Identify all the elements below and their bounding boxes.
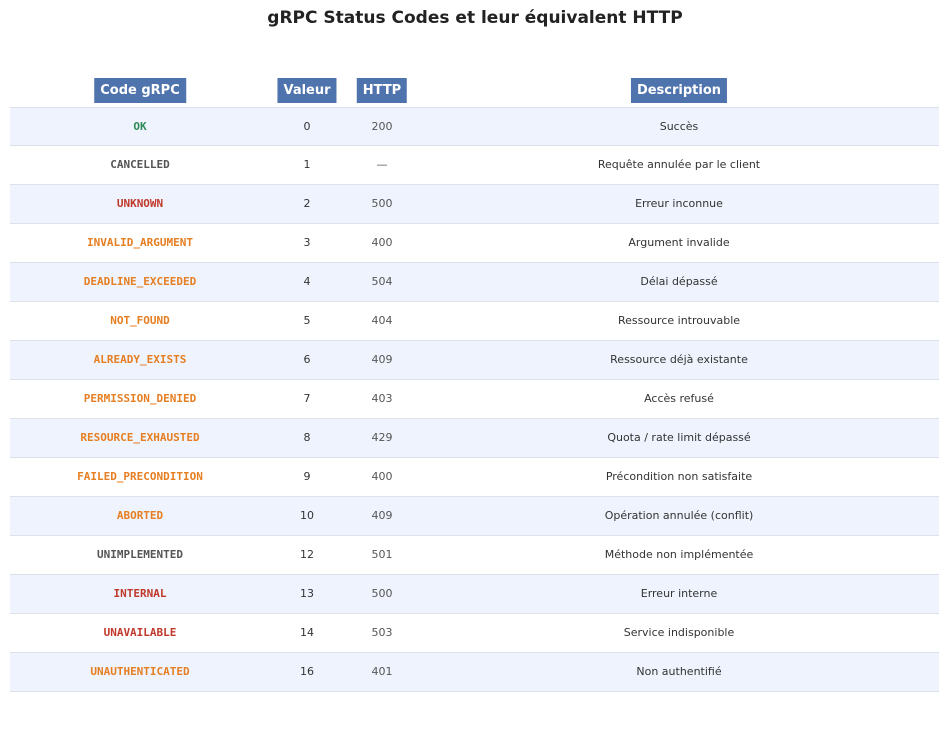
cell-description: Délai dépassé (640, 275, 718, 288)
cell-http: 200 (371, 120, 393, 133)
header-description: Description (630, 78, 728, 103)
cell-grpc-code: UNAVAILABLE (103, 626, 177, 639)
cell-value: 4 (303, 275, 311, 288)
cell-description: Requête annulée par le client (597, 158, 761, 171)
cell-value: 6 (303, 353, 311, 366)
cell-http: 401 (371, 665, 393, 678)
cell-grpc-code: ABORTED (116, 509, 164, 522)
cell-value: 1 (303, 158, 311, 171)
cell-grpc-code: UNAUTHENTICATED (90, 665, 190, 678)
cell-grpc-code: DEADLINE_EXCEEDED (83, 275, 197, 288)
cell-value: 2 (303, 197, 311, 210)
cell-http: 403 (371, 392, 393, 405)
cell-grpc-code: OK (133, 120, 147, 133)
table-row: ALREADY_EXISTS 6 409 Ressource déjà existan… (10, 341, 939, 380)
cell-grpc-code: UNIMPLEMENTED (96, 548, 184, 561)
cell-http: 400 (371, 236, 393, 249)
cell-grpc-code: INVALID_ARGUMENT (87, 236, 193, 249)
cell-value: 14 (300, 626, 314, 639)
cell-http: 500 (371, 197, 393, 210)
table-row: UNAVAILABLE 14 503 Service indisponible (10, 614, 939, 653)
table-row: UNIMPLEMENTED 12 501 Méthode non implémenté… (10, 536, 939, 575)
table-row: INTERNAL 13 500 Erreur interne (10, 575, 939, 614)
cell-value: 5 (303, 314, 311, 327)
cell-description: Service indisponible (623, 626, 735, 639)
cell-description: Précondition non satisfaite (605, 470, 753, 483)
cell-grpc-code: FAILED_PRECONDITION (77, 470, 203, 483)
cell-grpc-code: RESOURCE_EXHAUSTED (80, 431, 200, 444)
cell-value: 10 (300, 509, 314, 522)
cell-http: 404 (371, 314, 393, 327)
cell-description: Non authentifié (636, 665, 722, 678)
cell-value: 12 (300, 548, 314, 561)
cell-value: 7 (303, 392, 311, 405)
cell-http: 501 (371, 548, 393, 561)
cell-description: Opération annulée (conflit) (604, 509, 754, 522)
cell-http: 504 (371, 275, 393, 288)
cell-value: 16 (300, 665, 314, 678)
table-row: INVALID_ARGUMENT 3 400 Argument invalide (10, 224, 939, 263)
cell-grpc-code: UNKNOWN (116, 197, 164, 210)
cell-grpc-code: INTERNAL (113, 587, 167, 600)
cell-description: Quota / rate limit dépassé (607, 431, 751, 444)
cell-value: 8 (303, 431, 311, 444)
cell-description: Erreur interne (640, 587, 718, 600)
cell-http: 409 (371, 353, 393, 366)
cell-value: 3 (303, 236, 311, 249)
cell-description: Erreur inconnue (635, 197, 723, 210)
cell-value: 13 (300, 587, 314, 600)
cell-grpc-code: NOT_FOUND (110, 314, 170, 327)
table-row: NOT_FOUND 5 404 Ressource introuvable (10, 302, 939, 341)
cell-grpc-code: PERMISSION_DENIED (83, 392, 197, 405)
table-row: DEADLINE_EXCEEDED 4 504 Délai dépassé (10, 263, 939, 302)
table-row: CANCELLED 1 — Requête annulée par le client (10, 146, 939, 185)
cell-grpc-code: CANCELLED (110, 158, 170, 171)
header-value: Valeur (277, 78, 337, 103)
cell-http: 503 (371, 626, 393, 639)
cell-value: 0 (303, 120, 311, 133)
header-http: HTTP (356, 78, 408, 103)
cell-description: Succès (659, 120, 699, 133)
chart-title: gRPC Status Codes et leur équivalent HTT… (267, 8, 683, 28)
table-row: UNAUTHENTICATED 16 401 Non authentifié (10, 653, 939, 692)
table-row: FAILED_PRECONDITION 9 400 Précondition non … (10, 458, 939, 497)
cell-description: Méthode non implémentée (604, 548, 754, 561)
cell-http: 429 (371, 431, 393, 444)
cell-http: 409 (371, 509, 393, 522)
table-row: RESOURCE_EXHAUSTED 8 429 Quota / rate limit… (10, 419, 939, 458)
cell-http: 500 (371, 587, 393, 600)
cell-http: 400 (371, 470, 393, 483)
cell-value: 9 (303, 470, 311, 483)
cell-http: — (376, 158, 388, 171)
header-code: Code gRPC (94, 78, 186, 103)
cell-grpc-code: ALREADY_EXISTS (93, 353, 187, 366)
table-row: UNKNOWN 2 500 Erreur inconnue (10, 185, 939, 224)
cell-description: Argument invalide (628, 236, 730, 249)
cell-description: Ressource introuvable (617, 314, 741, 327)
table-row: PERMISSION_DENIED 7 403 Accès refusé (10, 380, 939, 419)
cell-description: Accès refusé (644, 392, 714, 405)
table-row: ABORTED 10 409 Opération annulée (conflit) (10, 497, 939, 536)
cell-description: Ressource déjà existante (610, 353, 748, 366)
table-row: OK 0 200 Succès (10, 107, 939, 146)
